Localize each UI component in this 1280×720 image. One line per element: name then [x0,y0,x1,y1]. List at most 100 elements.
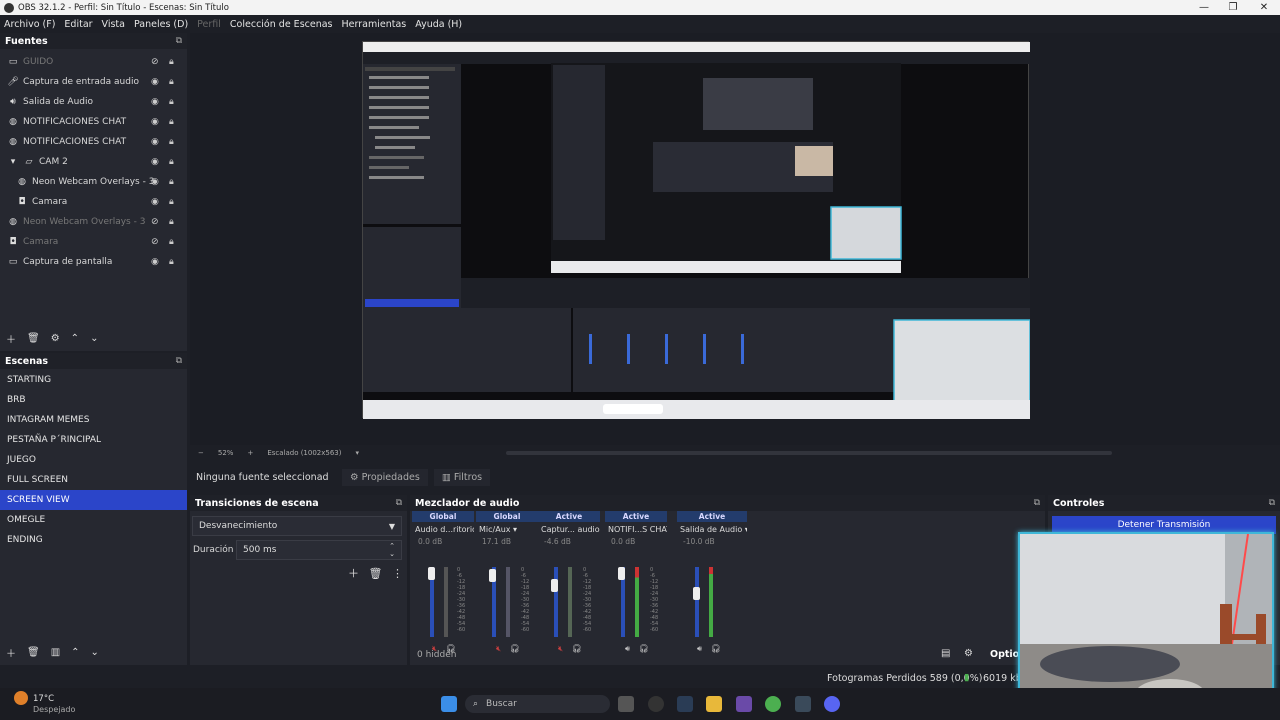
maximize-button[interactable]: ❐ [1218,0,1248,15]
headphones-icon[interactable]: 🎧︎ [510,644,520,653]
menu-vista[interactable]: Vista [102,19,125,30]
eye-icon[interactable]: ◉ [151,177,159,187]
app-icon[interactable] [736,696,752,712]
source-item[interactable]: ▭ GUIDO ⊘ 🔒︎ [0,52,187,72]
duration-field[interactable]: 500 ms ⌃ ⌄ [236,540,402,560]
add-transition-icon[interactable]: ＋ [348,567,359,580]
lock-icon[interactable]: 🔒︎ [169,57,174,67]
chevron-down-icon[interactable]: ▾ [7,157,19,167]
lock-icon[interactable]: 🔒︎ [169,217,174,227]
channel-name[interactable]: Salida de Audio ▾ [677,522,747,537]
taskbar-search[interactable]: ⌕ Buscar [465,695,610,713]
gear-icon[interactable]: ⚙︎ [964,648,973,659]
eye-icon[interactable]: ◉ [151,137,159,147]
remove-transition-icon[interactable]: 🗑︎ [369,567,383,580]
task-view-icon[interactable] [618,696,634,712]
eye-icon[interactable]: ◉ [151,97,159,107]
properties-button[interactable]: ⚙︎ Propiedades [342,468,428,486]
scene-item[interactable]: ENDING [0,530,187,550]
lock-icon[interactable]: 🔒︎ [169,177,174,187]
headphones-icon[interactable]: 🎧︎ [572,644,582,653]
file-explorer-icon[interactable] [706,696,722,712]
discord-icon[interactable] [824,696,840,712]
source-item[interactable]: 🎤︎ Captura de entrada audio ◉ 🔒︎ [0,72,187,92]
duration-stepper-icon[interactable]: ⌃ ⌄ [389,542,395,558]
scene-item[interactable]: STARTING [0,370,187,390]
eye-icon[interactable]: ◉ [151,77,159,87]
mute-icon[interactable]: 🔇︎ [496,644,501,653]
source-item[interactable]: ◘ Camara ⊘ 🔒︎ [0,232,187,252]
headphones-icon[interactable]: 🎧︎ [711,644,721,653]
filters-button[interactable]: ▥ Filtros [433,468,491,486]
eye-icon[interactable]: ◉ [151,197,159,207]
eye-icon[interactable]: ◉ [151,117,159,127]
eye-icon[interactable]: ◉ [151,157,159,167]
lock-icon[interactable]: 🔒︎ [169,97,174,107]
lock-icon[interactable]: 🔒︎ [169,157,174,167]
move-up-icon[interactable]: ⌃ [71,647,79,658]
float-dock-icon[interactable]: ⧉ [1034,498,1040,508]
lock-icon[interactable]: 🔒︎ [169,237,174,247]
channel-name[interactable]: Captur... audio ▾ [538,522,600,537]
menu-paneles[interactable]: Paneles (D) [134,19,188,30]
menu-coleccion-escenas[interactable]: Colección de Escenas [230,19,333,30]
source-item[interactable]: ◘ Camara ◉ 🔒︎ [0,192,187,212]
scene-item[interactable]: PESTAÑA P´RINCIPAL [0,430,187,450]
minimize-button[interactable]: — [1189,0,1219,15]
source-item[interactable]: 🔊︎ Salida de Audio ◉ 🔒︎ [0,92,187,112]
preview-area[interactable] [190,33,1280,445]
channel-name[interactable]: Audio d...ritorio ▾ [412,522,474,537]
close-button[interactable]: ✕ [1249,0,1279,15]
move-down-icon[interactable]: ⌄ [90,333,98,344]
remove-scene-icon[interactable]: 🗑︎ [27,647,40,658]
scene-item[interactable]: FULL SCREEN [0,470,187,490]
steam-alt-icon[interactable] [795,696,811,712]
mute-icon[interactable]: 🔇︎ [558,644,563,653]
volume-fader[interactable] [693,587,700,600]
more-options-icon[interactable]: ⋮ [392,567,403,580]
source-item[interactable]: ▭ Captura de pantalla ◉ 🔒︎ [0,252,187,272]
scene-item[interactable]: BRB [0,390,187,410]
menu-editar[interactable]: Editar [64,19,92,30]
zoom-out-icon[interactable]: − [198,449,204,457]
scene-item[interactable]: INTAGRAM MEMES [0,410,187,430]
lock-icon[interactable]: 🔒︎ [169,197,174,207]
volume-fader[interactable] [428,567,435,580]
volume-fader[interactable] [618,567,625,580]
obs-taskbar-icon[interactable] [648,696,664,712]
eye-hidden-icon[interactable]: ⊘ [151,57,159,67]
eye-hidden-icon[interactable]: ⊘ [151,217,159,227]
scene-item[interactable]: OMEGLE [0,510,187,530]
move-down-icon[interactable]: ⌄ [91,647,99,658]
mixer-layout-icon[interactable]: ▤ [941,648,950,659]
scene-item-selected[interactable]: SCREEN VIEW [0,490,187,510]
chevron-down-icon[interactable]: ▾ [356,449,360,457]
filter-icon[interactable]: ▥ [51,647,60,658]
preview-scrollbar[interactable] [506,451,1112,455]
lock-icon[interactable]: 🔒︎ [169,137,174,147]
source-item[interactable]: ◍ Neon Webcam Overlays - 3 ⊘ 🔒︎ [0,212,187,232]
eye-icon[interactable]: ◉ [151,257,159,267]
transition-select[interactable]: Desvanecimiento ▼ [192,516,402,536]
menu-ayuda[interactable]: Ayuda (H) [415,19,462,30]
eye-hidden-icon[interactable]: ⊘ [151,237,159,247]
lock-icon[interactable]: 🔒︎ [169,77,174,87]
float-dock-icon[interactable]: ⧉ [176,36,182,46]
lock-icon[interactable]: 🔒︎ [169,257,174,267]
source-group-item[interactable]: ▾ ▱ CAM 2 ◉ 🔒︎ [0,152,187,172]
source-item[interactable]: ◍ NOTIFICACIONES CHAT ◉ 🔒︎ [0,112,187,132]
channel-name[interactable]: Mic/Aux ▾ [476,522,538,537]
zoom-in-icon[interactable]: + [247,449,253,457]
lock-icon[interactable]: 🔒︎ [169,117,174,127]
add-scene-icon[interactable]: ＋ [6,645,16,660]
move-up-icon[interactable]: ⌃ [71,333,79,344]
channel-name[interactable]: NOTIFI...S CHAT ▾ [605,522,667,537]
remove-source-icon[interactable]: 🗑︎ [27,333,40,344]
speaker-icon[interactable]: 🔊︎ [625,644,630,653]
float-dock-icon[interactable]: ⧉ [396,498,402,508]
float-dock-icon[interactable]: ⧉ [176,356,182,366]
scene-item[interactable]: JUEGO [0,450,187,470]
chrome-icon[interactable] [765,696,781,712]
preview-canvas[interactable] [362,41,1031,419]
source-item[interactable]: ◍ Neon Webcam Overlays - 3 ◉ 🔒︎ [0,172,187,192]
